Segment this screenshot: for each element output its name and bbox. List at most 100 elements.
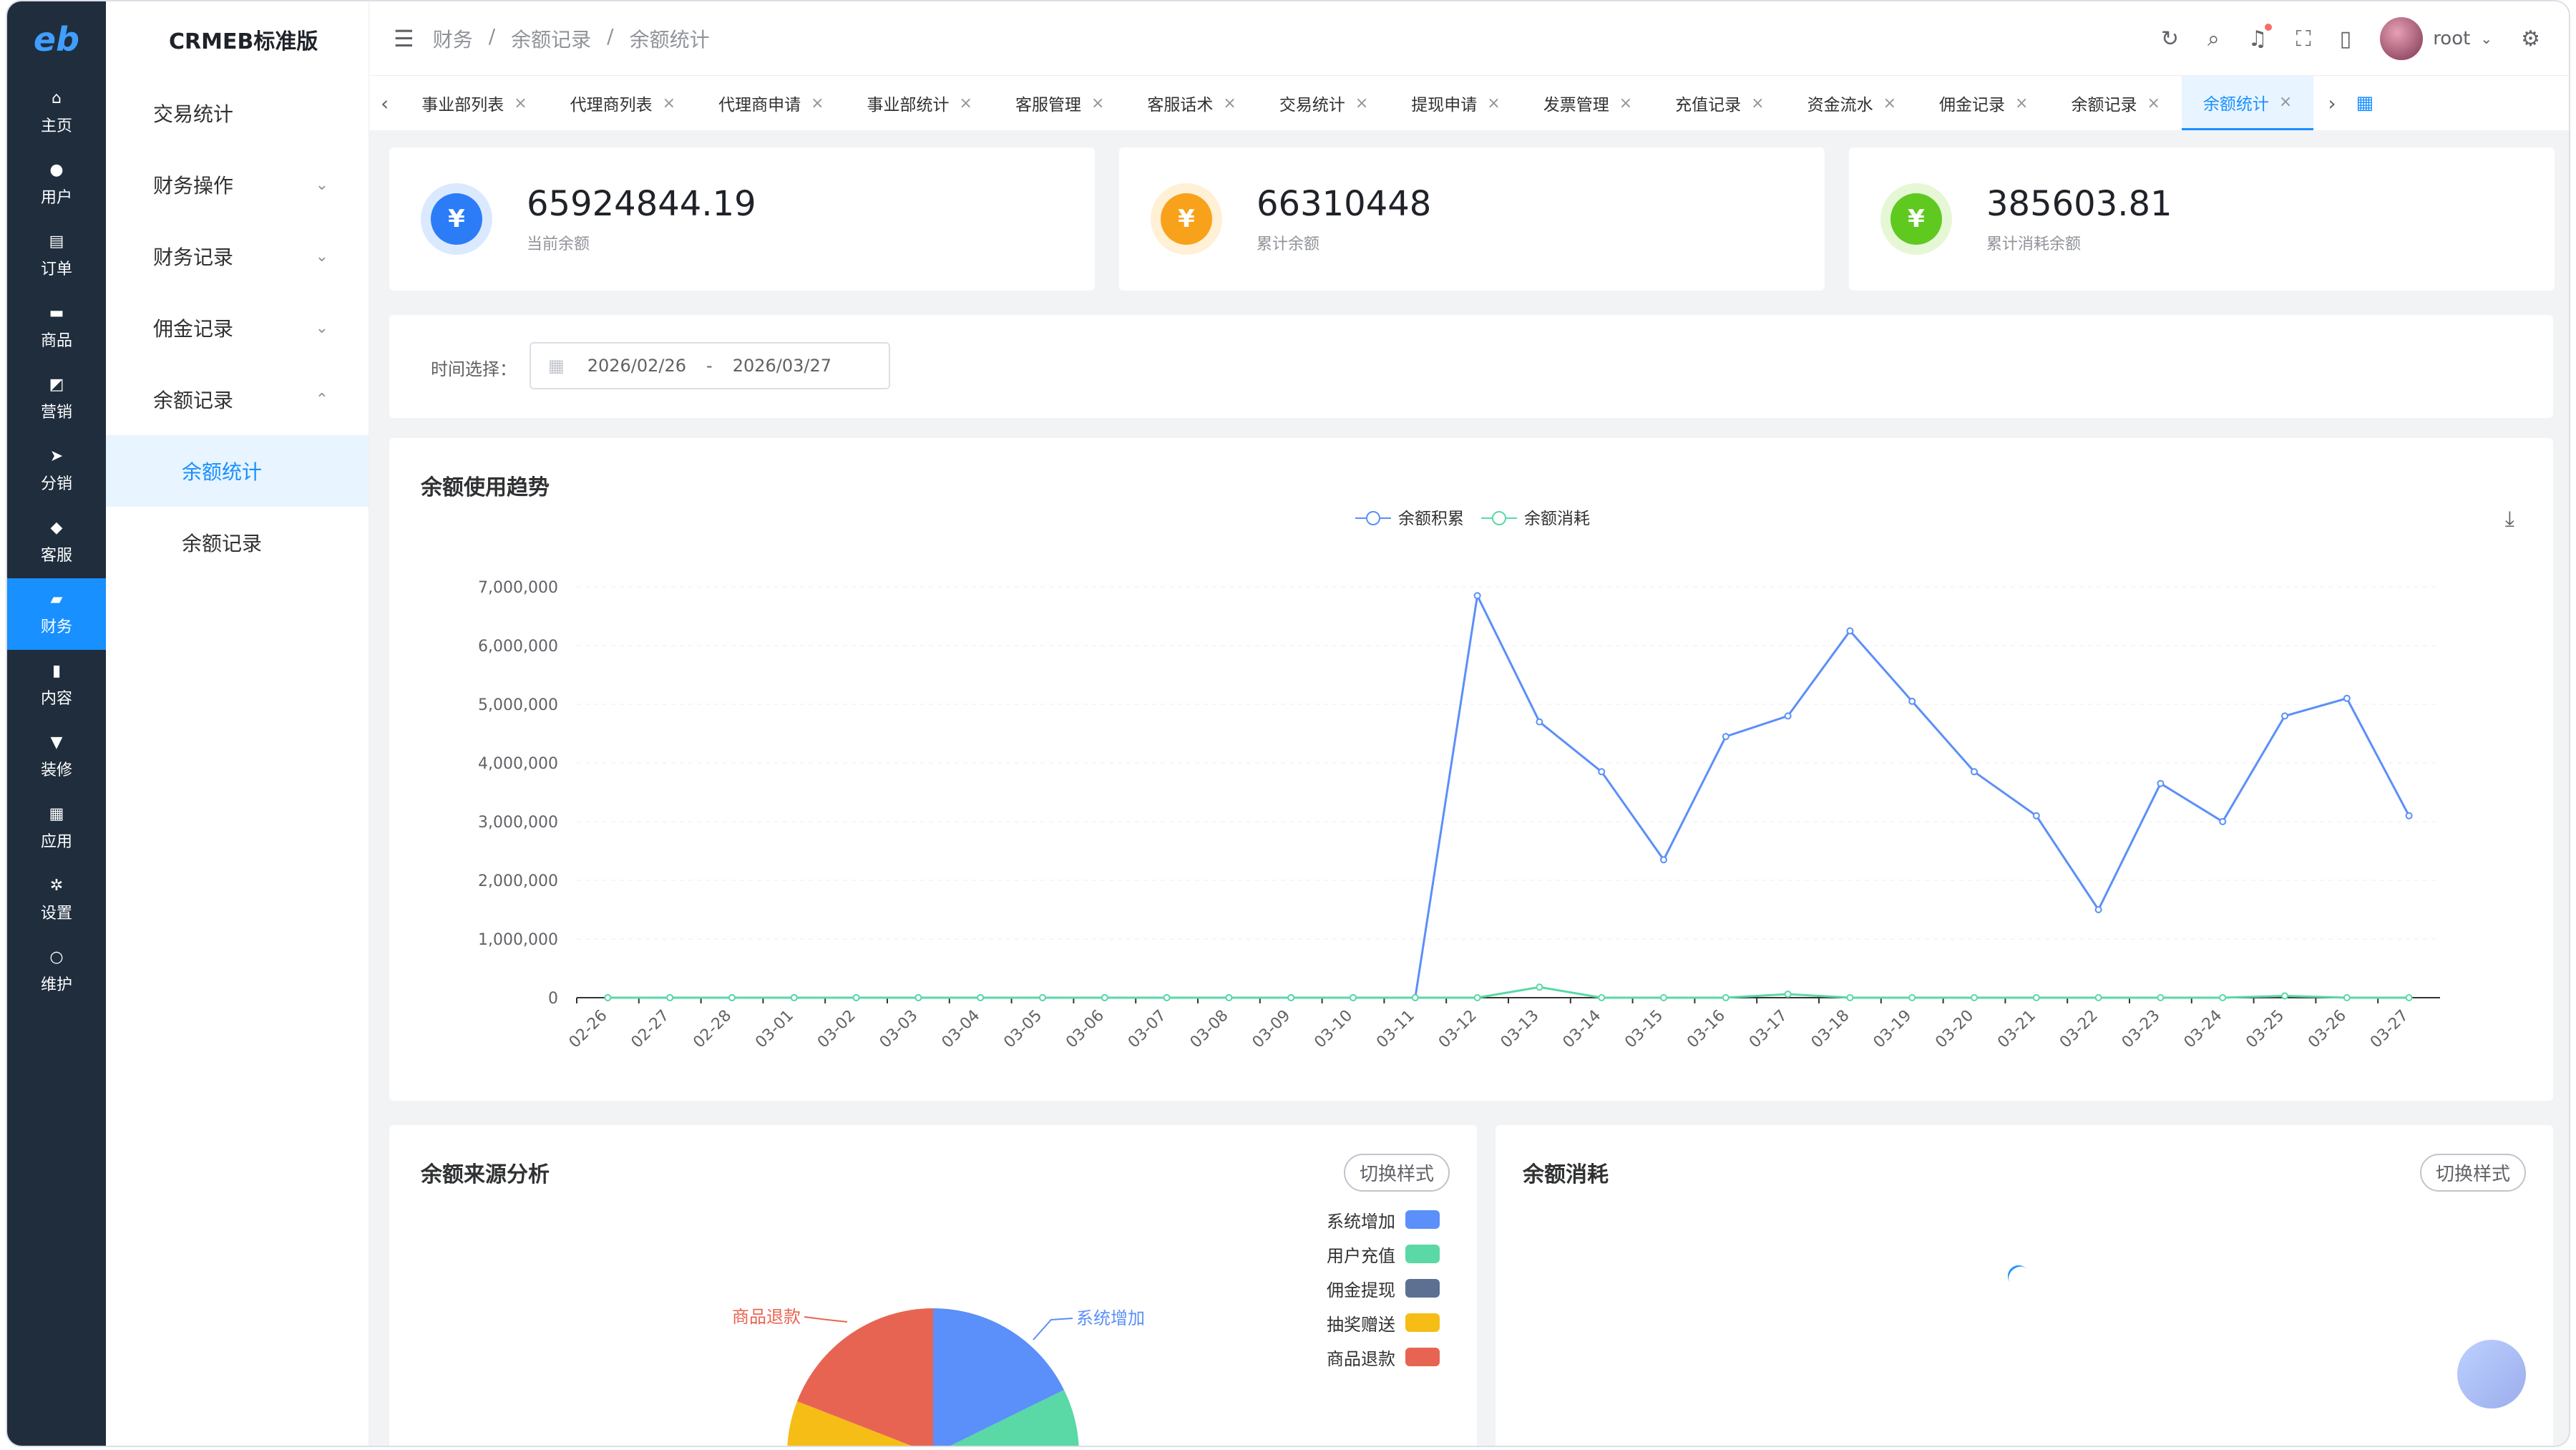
tab[interactable]: 客服话术 × — [1126, 76, 1257, 130]
tab[interactable]: 事业部列表 × — [400, 76, 548, 130]
tab-grid-icon[interactable]: ▦ — [2351, 92, 2380, 114]
tab[interactable]: 资金流水 × — [1786, 76, 1918, 130]
tab-label: 代理商申请 — [718, 96, 801, 115]
rail-item[interactable]: ● 用户 — [7, 149, 106, 220]
x-tick-label: 03-02 — [814, 1007, 859, 1052]
rail-item[interactable]: ▬ 商品 — [7, 292, 106, 364]
submenu-item[interactable]: 交易统计 — [106, 77, 369, 149]
data-point — [1908, 697, 1916, 705]
data-point — [1473, 994, 1481, 1001]
tab-scroll-left-icon[interactable]: ‹ — [369, 92, 400, 115]
stat-badge: ¥ — [421, 183, 492, 255]
rail-item[interactable]: ➤ 分销 — [7, 435, 106, 507]
rail-item[interactable]: ◩ 营销 — [7, 364, 106, 435]
close-icon[interactable]: × — [514, 94, 527, 112]
breadcrumb-item[interactable]: 财务 — [433, 24, 473, 53]
rail-item-label: 财务 — [40, 618, 72, 636]
submenu-item[interactable]: 余额记录 ⌃ — [106, 364, 369, 435]
avatar[interactable] — [2380, 17, 2424, 60]
user-menu[interactable]: root ⌄ — [2380, 17, 2492, 60]
close-icon[interactable]: × — [811, 94, 824, 112]
data-point — [2157, 994, 2165, 1001]
rail-item[interactable]: ○ 维护 — [7, 936, 106, 1008]
fullscreen-icon[interactable]: ⛶ — [2296, 26, 2311, 52]
tab[interactable]: 余额记录 × — [2049, 76, 2181, 130]
close-icon[interactable]: × — [1091, 94, 1104, 112]
close-icon[interactable]: × — [960, 94, 972, 112]
data-point — [1722, 733, 1729, 741]
tab[interactable]: 佣金记录 × — [1918, 76, 2049, 130]
rail-item-icon: ○ — [49, 948, 64, 966]
submenu-item[interactable]: 佣金记录 ⌄ — [106, 292, 369, 364]
submenu-item[interactable]: 余额统计 — [106, 435, 369, 507]
tab-scroll-right-icon[interactable]: › — [2313, 92, 2350, 115]
tab[interactable]: 客服管理 × — [994, 76, 1126, 130]
tab[interactable]: 余额统计 × — [2181, 76, 2314, 130]
rail-item[interactable]: ▮ 内容 — [7, 650, 106, 721]
menu-toggle-icon[interactable]: ☰ — [394, 25, 414, 52]
tab-label: 提现申请 — [1411, 96, 1478, 115]
close-icon[interactable]: × — [1487, 94, 1500, 112]
tab[interactable]: 充值记录 × — [1654, 76, 1785, 130]
submenu-item[interactable]: 余额记录 — [106, 507, 369, 578]
breadcrumb-item[interactable]: 余额记录 — [511, 24, 591, 53]
submenu-item-label: 余额记录 — [182, 532, 263, 555]
tab-label: 交易统计 — [1279, 96, 1345, 115]
close-icon[interactable]: × — [2147, 94, 2160, 112]
money-bag-icon: ¥ — [1890, 193, 1942, 245]
tab[interactable]: 交易统计 × — [1258, 76, 1390, 130]
close-icon[interactable]: × — [1751, 94, 1764, 112]
rail-item[interactable]: ⌂ 主页 — [7, 77, 106, 149]
chevron-icon: ⌄ — [315, 247, 328, 266]
rail-item-label: 用户 — [40, 189, 72, 207]
x-tick-label: 03-16 — [1684, 1007, 1729, 1052]
breadcrumb-separator: / — [607, 24, 614, 48]
calendar-icon: ▦ — [548, 356, 565, 376]
close-icon[interactable]: × — [663, 94, 675, 112]
x-tick-label: 03-18 — [1808, 1007, 1853, 1052]
rail-item[interactable]: ▼ 装修 — [7, 721, 106, 793]
close-icon[interactable]: × — [1619, 94, 1632, 112]
bell-icon[interactable]: ♫ — [2248, 23, 2272, 52]
rail-item[interactable]: ▤ 订单 — [7, 220, 106, 292]
stat-badge: ¥ — [1151, 183, 1222, 255]
rail-item-label: 分销 — [40, 475, 72, 493]
data-point — [1536, 718, 1543, 726]
mobile-icon[interactable]: ▯ — [2340, 26, 2352, 52]
date-range-picker[interactable]: ▦ 2026/02/26 - 2026/03/27 — [530, 342, 890, 389]
data-point — [1411, 994, 1419, 1001]
submenu-item[interactable]: 财务操作 ⌄ — [106, 149, 369, 220]
tab[interactable]: 发票管理 × — [1522, 76, 1654, 130]
date-start[interactable]: 2026/02/26 — [587, 356, 686, 376]
close-icon[interactable]: × — [2015, 94, 2028, 112]
refresh-icon[interactable]: ↻ — [2161, 26, 2179, 52]
tab[interactable]: 提现申请 × — [1390, 76, 1521, 130]
data-point — [2343, 994, 2351, 1001]
stat-label: 累计消耗余额 — [1986, 235, 2082, 253]
stat-badge: ¥ — [1880, 183, 1952, 255]
search-icon[interactable]: ⌕ — [2207, 26, 2220, 52]
consume-switch-button[interactable]: 切换样式 — [2419, 1154, 2526, 1192]
consume-title: 余额消耗 — [1523, 1162, 1609, 1187]
close-icon[interactable]: × — [1883, 94, 1896, 112]
rail-item-label: 装修 — [40, 762, 72, 779]
close-icon[interactable]: × — [2279, 93, 2292, 111]
tab[interactable]: 代理商申请 × — [697, 76, 845, 130]
rail-item[interactable]: ▰ 财务 — [7, 578, 106, 650]
rail-item[interactable]: ◆ 客服 — [7, 507, 106, 578]
close-icon[interactable]: × — [1223, 94, 1236, 112]
rail-item[interactable]: ▦ 应用 — [7, 793, 106, 865]
gear-icon[interactable]: ⚙ — [2521, 26, 2540, 52]
submenu-item[interactable]: 财务记录 ⌄ — [106, 220, 369, 292]
stat-text: 66310448 累计余额 — [1257, 184, 1431, 254]
tab[interactable]: 代理商列表 × — [549, 76, 697, 130]
rail-item[interactable]: ✲ 设置 — [7, 865, 106, 936]
chevron-icon: ⌄ — [315, 318, 328, 337]
x-tick-label: 02-27 — [628, 1007, 673, 1052]
date-end[interactable]: 2026/03/27 — [733, 356, 831, 376]
x-tick-label: 03-04 — [939, 1007, 984, 1052]
app-logo[interactable]: eb — [7, 1, 106, 77]
tab[interactable]: 事业部统计 × — [846, 76, 994, 130]
ai-assistant-button[interactable] — [2457, 1340, 2526, 1408]
close-icon[interactable]: × — [1355, 94, 1368, 112]
